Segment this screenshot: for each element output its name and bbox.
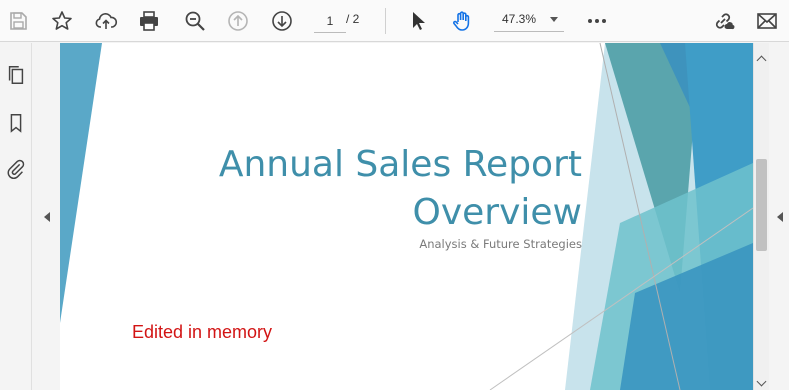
document-page: Annual Sales Report Overview Analysis & … <box>60 43 753 390</box>
page-number-input[interactable] <box>314 10 346 33</box>
select-cursor-icon[interactable] <box>403 6 433 36</box>
pages-icon[interactable] <box>4 63 28 87</box>
page-down-icon[interactable] <box>267 6 297 36</box>
save-icon[interactable] <box>3 6 33 36</box>
upload-cloud-icon[interactable] <box>91 6 121 36</box>
collapse-left-panel-icon[interactable] <box>44 212 50 222</box>
email-icon[interactable] <box>752 6 782 36</box>
zoom-out-icon[interactable] <box>180 6 210 36</box>
share-link-icon[interactable] <box>708 6 738 36</box>
chevron-down-icon <box>550 17 558 22</box>
expand-right-panel-icon[interactable] <box>777 212 783 222</box>
page-total: / 2 <box>346 12 360 26</box>
slide-title: Annual Sales Report Overview <box>218 144 582 233</box>
scroll-up-icon[interactable] <box>756 55 767 66</box>
toolbar: / 2 47.3% <box>0 0 789 42</box>
bookmark-icon[interactable] <box>4 111 28 135</box>
more-options-icon[interactable] <box>582 6 612 36</box>
zoom-select[interactable]: 47.3% <box>494 8 564 32</box>
toolbar-divider <box>385 8 386 34</box>
slide-subtitle: Analysis & Future Strategies <box>419 237 582 251</box>
vertical-scrollbar[interactable] <box>753 43 769 390</box>
scroll-down-icon[interactable] <box>756 376 767 387</box>
scroll-thumb[interactable] <box>756 159 767 251</box>
bookmark-star-icon[interactable] <box>47 6 77 36</box>
zoom-value: 47.3% <box>502 12 537 26</box>
hand-tool-icon[interactable] <box>447 6 477 36</box>
page-up-icon[interactable] <box>223 6 253 36</box>
left-sidebar <box>0 43 32 390</box>
attachment-icon[interactable] <box>4 157 28 181</box>
edit-annotation: Edited in memory <box>132 322 273 342</box>
print-icon[interactable] <box>134 6 164 36</box>
